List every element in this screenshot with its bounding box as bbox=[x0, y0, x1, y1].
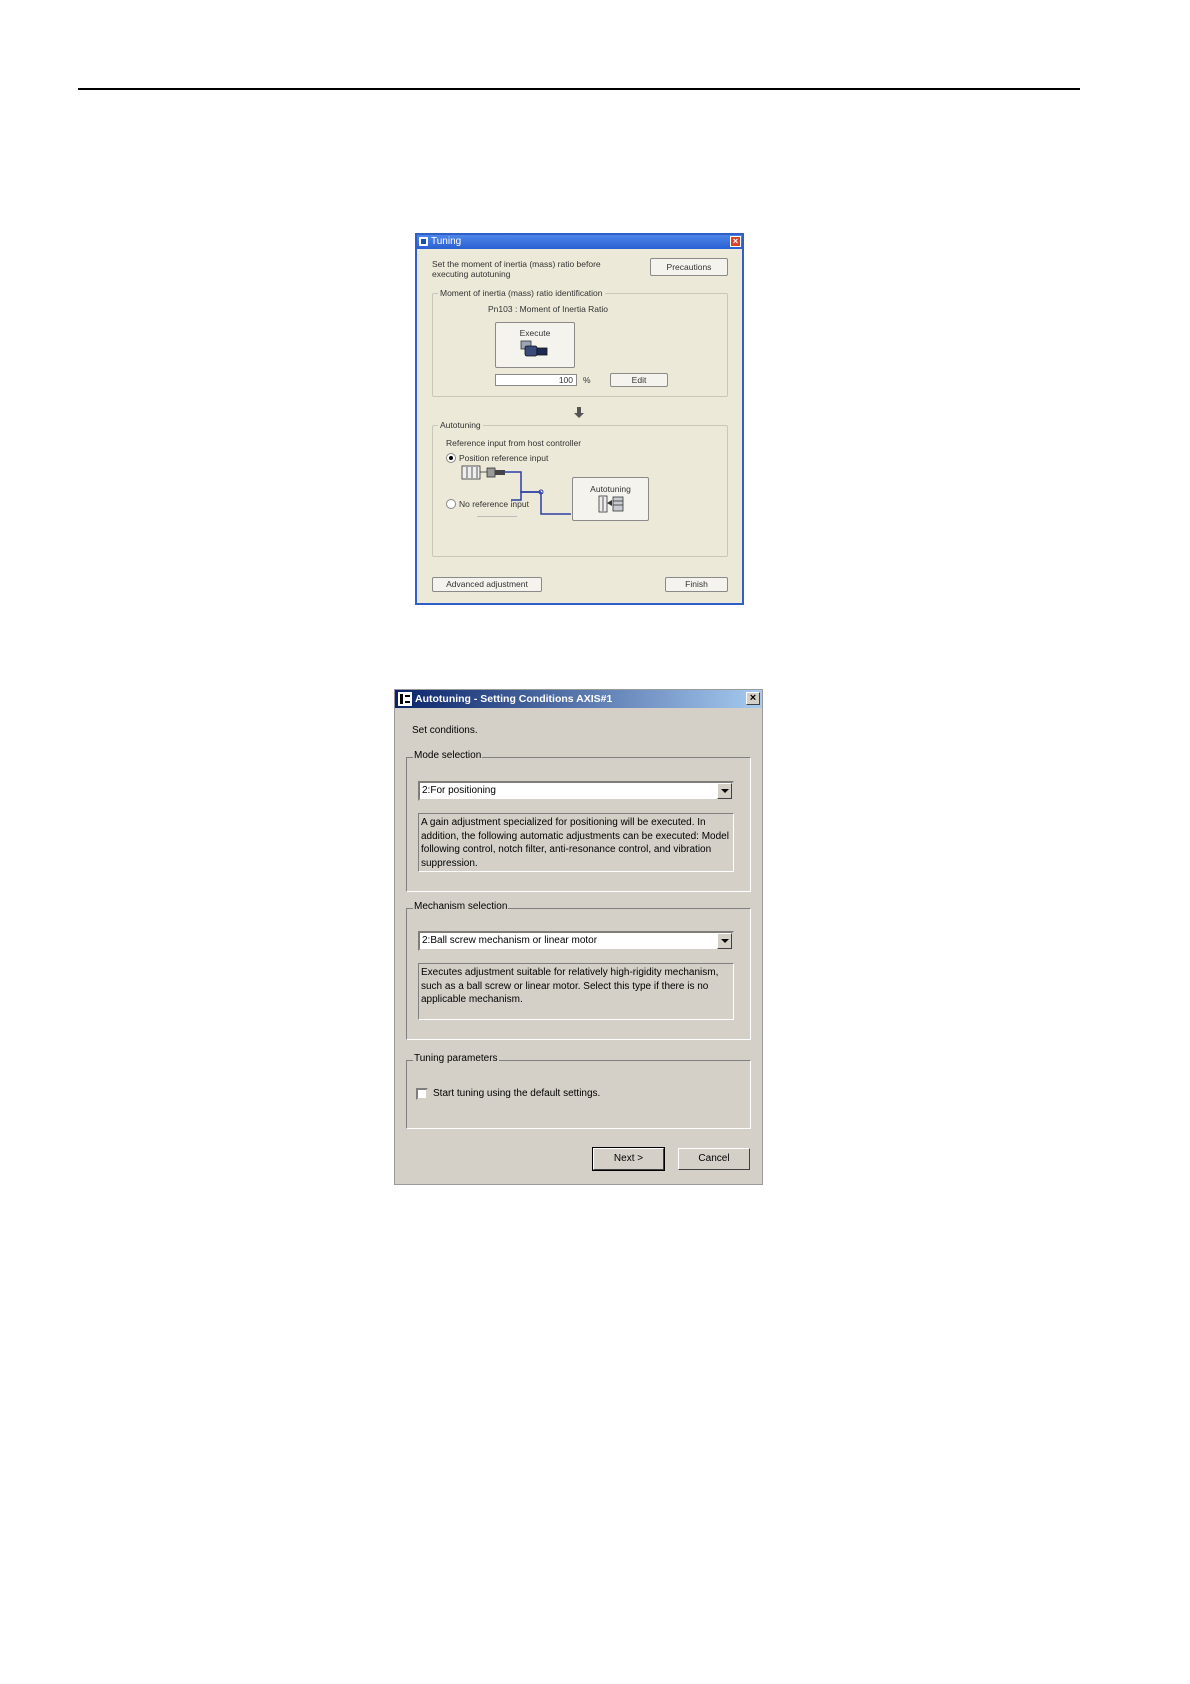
no-reference-radio[interactable] bbox=[446, 499, 456, 509]
tuning-parameters-group: Tuning parameters Start tuning using the… bbox=[406, 1053, 751, 1129]
position-reference-label: Position reference input bbox=[459, 453, 549, 463]
mode-description: A gain adjustment specialized for positi… bbox=[418, 813, 734, 872]
inertia-unit: % bbox=[583, 375, 591, 385]
finish-button[interactable]: Finish bbox=[665, 577, 728, 592]
tuning-titlebar[interactable]: Tuning × bbox=[417, 235, 742, 249]
tuning-window: Tuning × Set the moment of inertia (mass… bbox=[415, 233, 744, 605]
tuning-parameters-legend: Tuning parameters bbox=[413, 1053, 499, 1064]
autotuning-icon bbox=[598, 495, 623, 513]
mode-selection-group: Mode selection 2:For positioning A gain … bbox=[406, 750, 751, 892]
mode-selection-legend: Mode selection bbox=[413, 750, 483, 761]
next-button[interactable]: Next > bbox=[592, 1147, 665, 1171]
pn103-label: Pn103 : Moment of Inertia Ratio bbox=[488, 304, 609, 314]
app-icon bbox=[398, 692, 412, 706]
setting-titlebar[interactable]: Autotuning - Setting Conditions AXIS#1 × bbox=[395, 690, 762, 708]
close-icon[interactable]: × bbox=[746, 692, 760, 705]
close-icon[interactable]: × bbox=[730, 236, 741, 247]
autotuning-group-legend: Autotuning bbox=[438, 420, 483, 430]
no-reference-placeholder bbox=[477, 508, 517, 517]
mode-select-value: 2:For positioning bbox=[422, 785, 496, 796]
cancel-button[interactable]: Cancel bbox=[678, 1148, 750, 1170]
inertia-group-legend: Moment of inertia (mass) ratio identific… bbox=[438, 288, 605, 298]
execute-label: Execute bbox=[519, 328, 551, 338]
tuning-instruction: Set the moment of inertia (mass) ratio b… bbox=[432, 259, 601, 279]
mechanism-selection-legend: Mechanism selection bbox=[413, 901, 509, 912]
execute-button[interactable]: Execute bbox=[495, 322, 575, 368]
motor-icon bbox=[520, 340, 548, 357]
reference-label: Reference input from host controller bbox=[446, 438, 582, 448]
inertia-ratio-field[interactable]: 100 bbox=[495, 374, 577, 386]
tuning-title: Tuning bbox=[431, 236, 462, 247]
default-settings-label: Start tuning using the default settings. bbox=[433, 1088, 601, 1099]
inertia-ratio-value: 100 bbox=[558, 375, 573, 385]
mechanism-description: Executes adjustment suitable for relativ… bbox=[418, 963, 734, 1020]
header-rule bbox=[78, 88, 1080, 90]
arrow-down-icon bbox=[574, 407, 584, 418]
set-conditions-prompt: Set conditions. bbox=[412, 725, 478, 736]
setting-title: Autotuning - Setting Conditions AXIS#1 bbox=[415, 693, 613, 705]
chevron-down-icon[interactable] bbox=[717, 933, 732, 949]
signal-path-diagram bbox=[503, 471, 571, 515]
position-reference-radio[interactable] bbox=[446, 453, 456, 463]
mechanism-select-value: 2:Ball screw mechanism or linear motor bbox=[422, 935, 598, 946]
edit-button[interactable]: Edit bbox=[610, 373, 668, 387]
mechanism-select[interactable]: 2:Ball screw mechanism or linear motor bbox=[418, 931, 734, 951]
mode-select[interactable]: 2:For positioning bbox=[418, 781, 734, 801]
inertia-group: Moment of inertia (mass) ratio identific… bbox=[432, 288, 728, 397]
precautions-button[interactable]: Precautions bbox=[650, 258, 728, 276]
autotuning-button[interactable]: Autotuning bbox=[572, 477, 649, 521]
advanced-adjustment-button[interactable]: Advanced adjustment bbox=[432, 577, 542, 592]
setting-conditions-window: Autotuning - Setting Conditions AXIS#1 ×… bbox=[394, 689, 763, 1185]
default-settings-checkbox[interactable] bbox=[416, 1088, 428, 1100]
app-icon bbox=[419, 237, 428, 246]
autotuning-group: Autotuning Reference input from host con… bbox=[432, 420, 728, 557]
autotuning-button-label: Autotuning bbox=[590, 484, 631, 494]
mechanism-selection-group: Mechanism selection 2:Ball screw mechani… bbox=[406, 901, 751, 1040]
chevron-down-icon[interactable] bbox=[717, 783, 732, 799]
